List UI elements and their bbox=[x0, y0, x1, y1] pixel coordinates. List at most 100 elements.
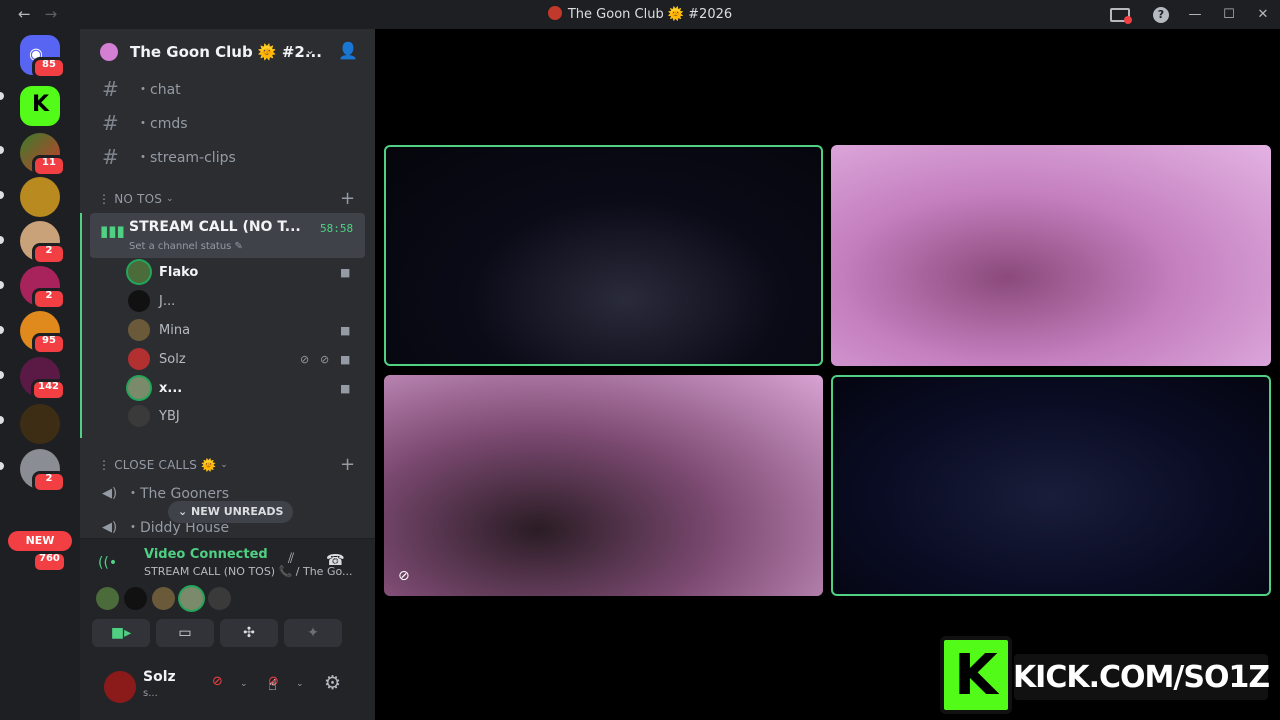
category-label: ⋮ NO TOS bbox=[98, 192, 163, 206]
kick-watermark: K KICK.COM/SO1Z bbox=[940, 636, 1270, 714]
close-button[interactable]: ✕ bbox=[1246, 0, 1280, 29]
forward-arrow-icon[interactable]: → bbox=[45, 5, 58, 23]
server-icon[interactable]: 2 bbox=[20, 266, 66, 310]
gear-icon[interactable]: ⚙ bbox=[324, 672, 341, 694]
voice-member[interactable]: Flako ■ bbox=[128, 258, 358, 286]
pointer-cursor-icon: ☝ bbox=[268, 676, 278, 694]
soundboard-button[interactable]: ✦ bbox=[284, 619, 342, 647]
hash-icon: # bbox=[102, 145, 119, 169]
member-name: J... bbox=[159, 293, 176, 309]
voice-member[interactable]: Mina ■ bbox=[128, 316, 358, 344]
notification-badge: 142 bbox=[31, 379, 66, 401]
video-camera-icon: ■ bbox=[340, 381, 351, 395]
video-tile[interactable] bbox=[831, 375, 1271, 596]
video-tile[interactable] bbox=[831, 145, 1271, 366]
channel-status-link[interactable]: Set a channel status ✎ bbox=[129, 241, 243, 252]
voice-channel-title: STREAM CALL (NO T... bbox=[129, 219, 301, 235]
activities-icon: ✣ bbox=[243, 625, 255, 641]
server-story[interactable] bbox=[20, 177, 60, 217]
server-badge-icon bbox=[100, 43, 118, 61]
share-screen-button[interactable]: ▭ bbox=[156, 619, 214, 647]
participant-avatars bbox=[96, 587, 231, 610]
avatar bbox=[152, 587, 175, 610]
server-header[interactable]: The Goon Club 🌞 #2... ⌄ 👤 bbox=[80, 29, 375, 75]
server-kick[interactable]: K bbox=[20, 86, 60, 126]
speaker-icon: ◀) bbox=[102, 519, 118, 535]
voice-connection-panel: ((• Video Connected STREAM CALL (NO TOS)… bbox=[80, 538, 375, 660]
channel-stream-clips[interactable]: # ・stream-clips bbox=[90, 142, 365, 172]
avatar bbox=[128, 261, 150, 283]
voice-member[interactable]: x... ■ bbox=[128, 374, 358, 402]
notification-badge: 85 bbox=[32, 57, 66, 79]
server-icon[interactable]: 2 bbox=[20, 449, 66, 493]
server-east-sider[interactable] bbox=[20, 404, 60, 444]
member-name: Mina bbox=[159, 322, 191, 338]
chevron-down-icon[interactable]: ⌄ bbox=[296, 679, 304, 689]
chevron-down-icon[interactable]: ⌄ bbox=[305, 43, 315, 57]
avatar bbox=[128, 405, 150, 427]
avatar[interactable] bbox=[104, 671, 136, 703]
channel-cmds[interactable]: # ・cmds bbox=[90, 108, 365, 138]
member-name: YBJ bbox=[159, 408, 180, 424]
unread-pip bbox=[0, 371, 4, 379]
voice-member[interactable]: YBJ bbox=[128, 402, 358, 430]
mic-muted-icon: ⊘ bbox=[300, 352, 310, 366]
home-button[interactable]: ◉ 85 bbox=[20, 35, 66, 79]
user-panel: Solz s... ⊘ ⌄ ⊘ ⌄ ⚙ bbox=[80, 660, 375, 720]
server-abc-gfx[interactable]: 95 bbox=[20, 311, 66, 355]
add-member-icon[interactable]: 👤 bbox=[338, 41, 358, 60]
channel-chat[interactable]: # ・chat bbox=[90, 74, 365, 104]
server-list: ◉ 85 K 11 2 2 95 142 2 NEW 760 bbox=[0, 29, 80, 720]
notification-badge: 95 bbox=[32, 333, 66, 355]
window-title: The Goon Club 🌞 #2026 bbox=[0, 6, 1280, 22]
connection-channel[interactable]: STREAM CALL (NO TOS) 📞 / The Go... bbox=[144, 565, 353, 578]
video-grid: ⊘ bbox=[375, 29, 1280, 720]
video-camera-icon: ■ bbox=[340, 352, 351, 366]
chevron-down-icon: ⌄ bbox=[220, 460, 228, 470]
add-channel-icon[interactable]: + bbox=[340, 188, 355, 209]
server-icon[interactable]: 2 bbox=[20, 221, 66, 265]
notification-badge: 11 bbox=[32, 155, 66, 177]
help-icon[interactable]: ? bbox=[1153, 6, 1169, 23]
video-camera-icon: ■▸ bbox=[110, 625, 132, 641]
category-no-tos[interactable]: ⋮ NO TOS ⌄ bbox=[98, 189, 174, 209]
category-close-calls[interactable]: ⋮ CLOSE CALLS 🌞 ⌄ bbox=[98, 455, 228, 475]
new-unreads-pill[interactable]: NEW bbox=[8, 531, 72, 551]
server-icon[interactable]: 142 bbox=[20, 357, 66, 401]
mute-mic-icon[interactable]: ⊘ bbox=[212, 674, 223, 689]
activities-button[interactable]: ✣ bbox=[220, 619, 278, 647]
video-tile[interactable] bbox=[384, 145, 823, 366]
screen-capture-icon[interactable] bbox=[1110, 7, 1132, 24]
notification-badge: 760 bbox=[32, 551, 67, 573]
new-unreads-button[interactable]: ⌄ NEW UNREADS bbox=[168, 501, 294, 523]
chevron-down-icon[interactable]: ⌄ bbox=[240, 679, 248, 689]
unread-pip bbox=[0, 146, 4, 154]
avatar bbox=[124, 587, 147, 610]
new-unreads-label: NEW UNREADS bbox=[191, 505, 284, 518]
disconnect-icon[interactable]: ☎ bbox=[326, 551, 345, 569]
notification-badge: 2 bbox=[32, 471, 66, 493]
title-bar: ← → The Goon Club 🌞 #2026 ? — ☐ ✕ bbox=[0, 0, 1280, 29]
server-icon[interactable]: 11 bbox=[20, 133, 66, 177]
avatar bbox=[128, 319, 150, 341]
back-arrow-icon[interactable]: ← bbox=[18, 5, 31, 23]
soundboard-icon: ✦ bbox=[307, 625, 319, 641]
add-channel-icon[interactable]: + bbox=[340, 454, 355, 475]
deafened-icon: ⊘ bbox=[320, 352, 330, 366]
unread-pip bbox=[0, 92, 4, 100]
voice-channel-stream-call[interactable]: ▮▮▮ STREAM CALL (NO T... 58:58 Set a cha… bbox=[90, 213, 365, 258]
voice-member[interactable]: J... bbox=[128, 287, 358, 315]
minimize-button[interactable]: — bbox=[1178, 0, 1212, 29]
history-nav: ← → bbox=[18, 5, 57, 23]
maximize-button[interactable]: ☐ bbox=[1212, 0, 1246, 29]
voice-member[interactable]: Solz ⊘ ⊘ ■ bbox=[128, 345, 358, 373]
noise-suppression-icon[interactable]: ⫽ bbox=[288, 551, 294, 567]
avatar bbox=[128, 290, 150, 312]
video-tile[interactable]: ⊘ bbox=[384, 375, 823, 596]
signal-strength-icon[interactable]: ((• bbox=[98, 555, 117, 571]
camera-button[interactable]: ■▸ bbox=[92, 619, 150, 647]
hash-icon: # bbox=[102, 77, 119, 101]
active-call-indicator bbox=[80, 213, 82, 438]
unread-pip bbox=[0, 416, 4, 424]
video-camera-icon: ■ bbox=[340, 265, 351, 279]
